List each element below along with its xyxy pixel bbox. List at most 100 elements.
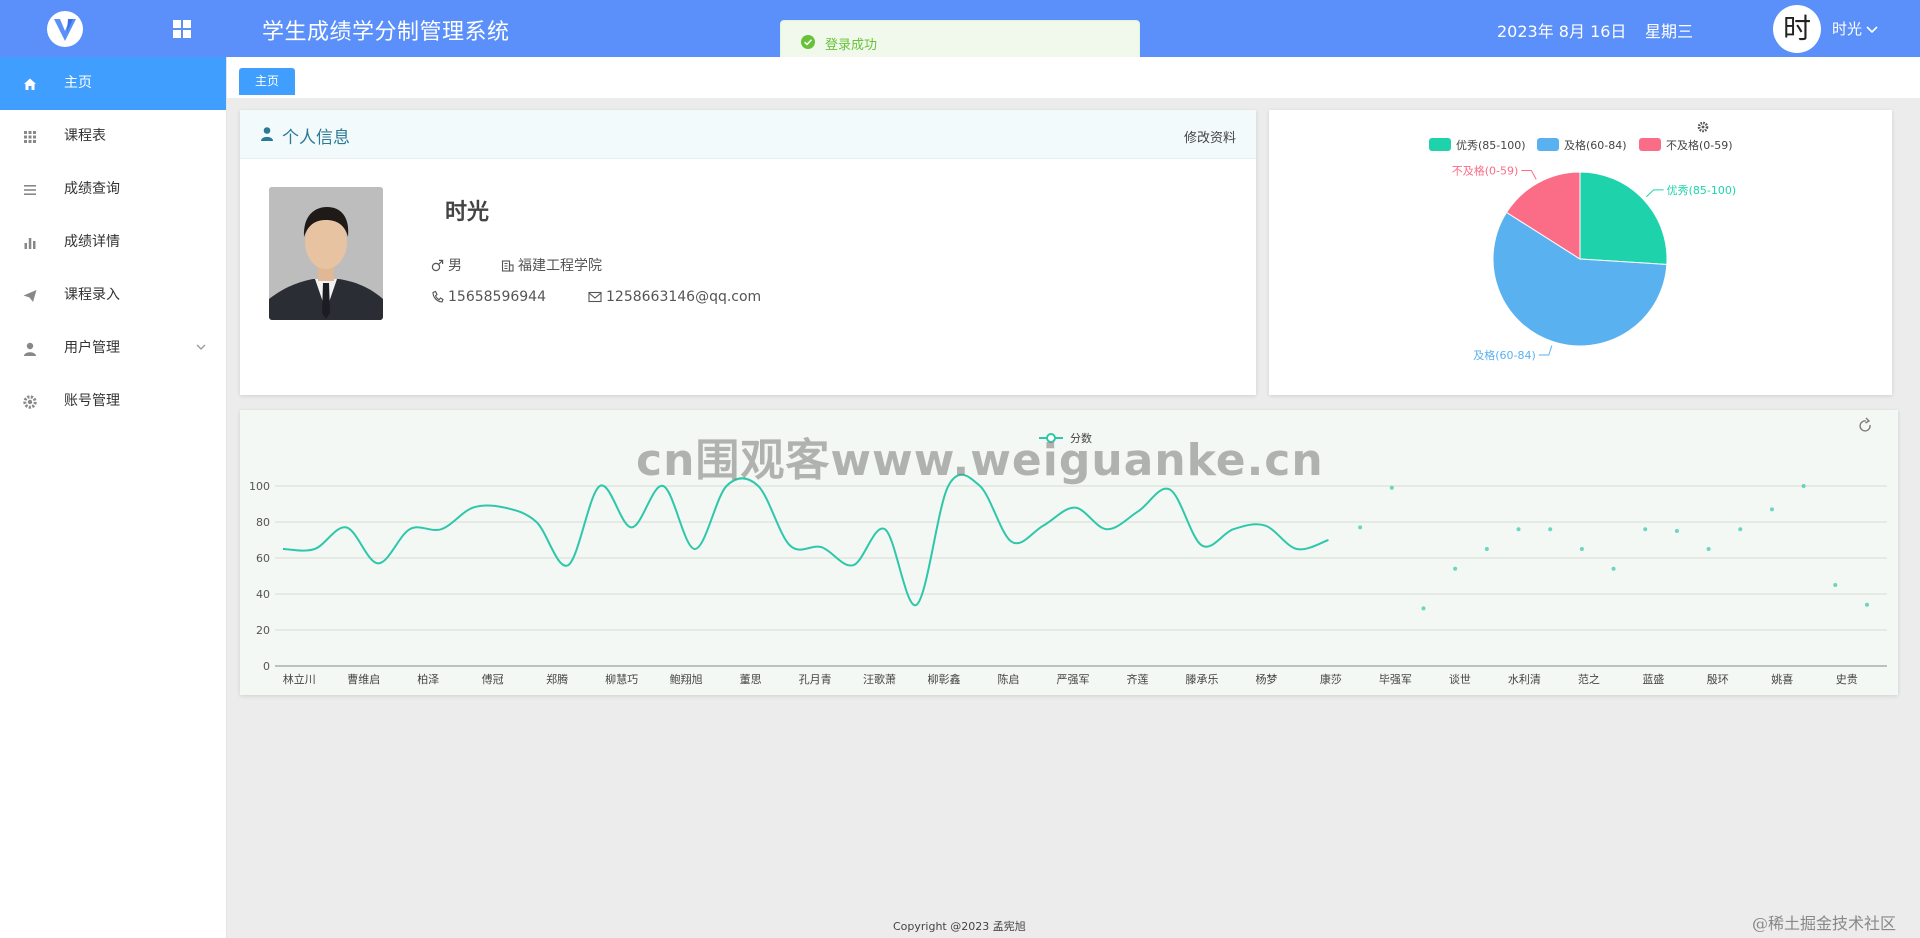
person-icon bbox=[261, 127, 273, 141]
x-tick-label: 滕承乐 bbox=[1185, 672, 1218, 686]
phone-value: 15658596944 bbox=[448, 289, 546, 305]
x-tick-label: 蓝盛 bbox=[1642, 672, 1664, 686]
sidebar-item-label: 用户管理 bbox=[64, 340, 120, 356]
score-point[interactable] bbox=[1421, 606, 1426, 611]
tab-home[interactable]: 主页 bbox=[239, 68, 295, 95]
grade-distribution-card: 优秀(85-100) 及格(60-84) 不及格(0-59) 优秀(85-100) 及格… bbox=[1269, 110, 1892, 395]
profile-card-header: 个人信息 修改资料 bbox=[240, 110, 1256, 159]
watermark-text: cn围观客www.weiguanke.cn bbox=[636, 435, 1324, 486]
corner-watermark: @稀土掘金技术社区 bbox=[1752, 914, 1897, 933]
refresh-icon[interactable] bbox=[1859, 417, 1871, 432]
x-tick-label: 毕强军 bbox=[1379, 673, 1412, 686]
building-icon bbox=[501, 260, 514, 272]
profile-photo bbox=[269, 187, 383, 320]
list-icon bbox=[24, 185, 36, 195]
x-tick-label: 柳慧巧 bbox=[605, 672, 638, 686]
sidebar-item-label: 课程表 bbox=[64, 128, 106, 144]
phone-field: 15658596944 bbox=[431, 289, 546, 305]
x-tick-label: 董思 bbox=[740, 673, 762, 686]
score-point[interactable] bbox=[1674, 529, 1679, 533]
x-tick-label: 郑腾 bbox=[546, 672, 568, 686]
score-point[interactable] bbox=[1453, 566, 1458, 571]
y-tick-label: 80 bbox=[256, 516, 270, 529]
chevron-down-icon bbox=[1866, 25, 1878, 33]
score-point[interactable] bbox=[1484, 547, 1489, 551]
score-point[interactable] bbox=[1801, 484, 1806, 488]
score-point[interactable] bbox=[1769, 507, 1774, 512]
sidebar-item-label: 课程录入 bbox=[64, 287, 120, 303]
legend-swatch[interactable] bbox=[1429, 138, 1451, 151]
score-point[interactable] bbox=[1516, 527, 1521, 532]
legend-label[interactable]: 及格(60-84) bbox=[1564, 138, 1627, 152]
profile-card: 个人信息 修改资料 时光 男 福建工程学院 15658596944 125866… bbox=[240, 110, 1256, 395]
x-tick-label: 殷环 bbox=[1707, 673, 1729, 686]
current-date: 2023年 8月 16日 bbox=[1497, 22, 1627, 41]
score-point[interactable] bbox=[1548, 527, 1553, 532]
x-tick-label: 严强军 bbox=[1057, 673, 1090, 686]
chart-settings-icon[interactable] bbox=[1697, 121, 1709, 133]
system-title: 学生成绩学分制管理系统 bbox=[262, 20, 510, 45]
y-tick-label: 60 bbox=[256, 552, 270, 565]
current-weekday: 星期三 bbox=[1645, 22, 1694, 41]
sidebar-item-schedule[interactable]: 课程表 bbox=[0, 110, 226, 163]
score-point[interactable] bbox=[1706, 547, 1711, 551]
sidebar-item-label: 账号管理 bbox=[64, 393, 120, 409]
x-tick-label: 范之 bbox=[1578, 672, 1600, 686]
edit-profile-link[interactable]: 修改资料 bbox=[1184, 127, 1236, 146]
score-point[interactable] bbox=[1865, 602, 1869, 607]
email-field: 1258663146@qq.com bbox=[588, 289, 761, 305]
chevron-down-icon bbox=[196, 344, 206, 350]
pie-label-line bbox=[1521, 169, 1537, 180]
x-tick-label: 陈启 bbox=[998, 672, 1020, 686]
x-tick-label: 史贵 bbox=[1836, 673, 1858, 686]
y-tick-label: 40 bbox=[256, 588, 270, 601]
grid-icon bbox=[24, 131, 36, 143]
school-field: 福建工程学院 bbox=[501, 255, 602, 275]
logo-icon[interactable] bbox=[46, 10, 84, 48]
sidebar-item-home[interactable]: 主页 bbox=[0, 57, 226, 110]
username: 时光 bbox=[1832, 20, 1863, 38]
x-tick-label: 孔月青 bbox=[799, 673, 832, 686]
legend-label[interactable]: 不及格(0-59) bbox=[1666, 138, 1733, 152]
legend-swatch[interactable] bbox=[1639, 138, 1661, 151]
sidebar-item-account-management[interactable]: 账号管理 bbox=[0, 375, 226, 428]
user-menu[interactable]: 时光 bbox=[1832, 18, 1878, 39]
profile-card-title: 个人信息 bbox=[282, 128, 350, 148]
score-point[interactable] bbox=[1611, 566, 1616, 571]
pie-slice[interactable] bbox=[1579, 171, 1668, 265]
male-icon bbox=[431, 259, 444, 272]
x-tick-label: 傅冠 bbox=[482, 672, 504, 686]
sidebar-item-user-management[interactable]: 用户管理 bbox=[0, 322, 226, 375]
sidebar-item-grade-detail[interactable]: 成绩详情 bbox=[0, 216, 226, 269]
check-circle-icon bbox=[801, 35, 815, 49]
score-point[interactable] bbox=[1643, 527, 1648, 532]
sidebar-item-course-entry[interactable]: 课程录入 bbox=[0, 269, 226, 322]
x-tick-label: 曹维启 bbox=[347, 673, 380, 686]
score-point[interactable] bbox=[1358, 525, 1363, 530]
score-point[interactable] bbox=[1738, 527, 1743, 532]
x-tick-label: 齐莲 bbox=[1126, 672, 1148, 686]
sidebar-item-grade-query[interactable]: 成绩查询 bbox=[0, 163, 226, 216]
pie-label: 不及格(0-59) bbox=[1452, 163, 1519, 177]
y-tick-label: 0 bbox=[263, 660, 270, 673]
score-series-line[interactable] bbox=[282, 473, 1329, 606]
app-grid-icon[interactable] bbox=[170, 17, 194, 41]
footer-copyright: Copyright @2023 孟宪旭 bbox=[893, 920, 1026, 933]
score-point[interactable] bbox=[1389, 485, 1394, 490]
sidebar-item-label: 成绩详情 bbox=[64, 234, 120, 250]
x-tick-label: 康莎 bbox=[1320, 672, 1342, 686]
x-tick-label: 姚喜 bbox=[1771, 672, 1793, 686]
gender-value: 男 bbox=[448, 258, 462, 274]
y-tick-label: 100 bbox=[249, 480, 270, 493]
score-point[interactable] bbox=[1579, 547, 1584, 551]
toast-message: 登录成功 bbox=[825, 38, 878, 53]
home-icon bbox=[24, 78, 36, 90]
x-tick-label: 林立川 bbox=[283, 672, 316, 686]
x-tick-label: 鲍翔旭 bbox=[670, 672, 703, 686]
score-point[interactable] bbox=[1833, 583, 1838, 587]
legend-label[interactable]: 优秀(85-100) bbox=[1456, 139, 1526, 152]
tabs-bar: 主页 bbox=[227, 57, 1920, 98]
pie-label: 优秀(85-100) bbox=[1667, 184, 1737, 197]
avatar[interactable]: 时 bbox=[1773, 5, 1821, 53]
legend-swatch[interactable] bbox=[1537, 138, 1559, 151]
